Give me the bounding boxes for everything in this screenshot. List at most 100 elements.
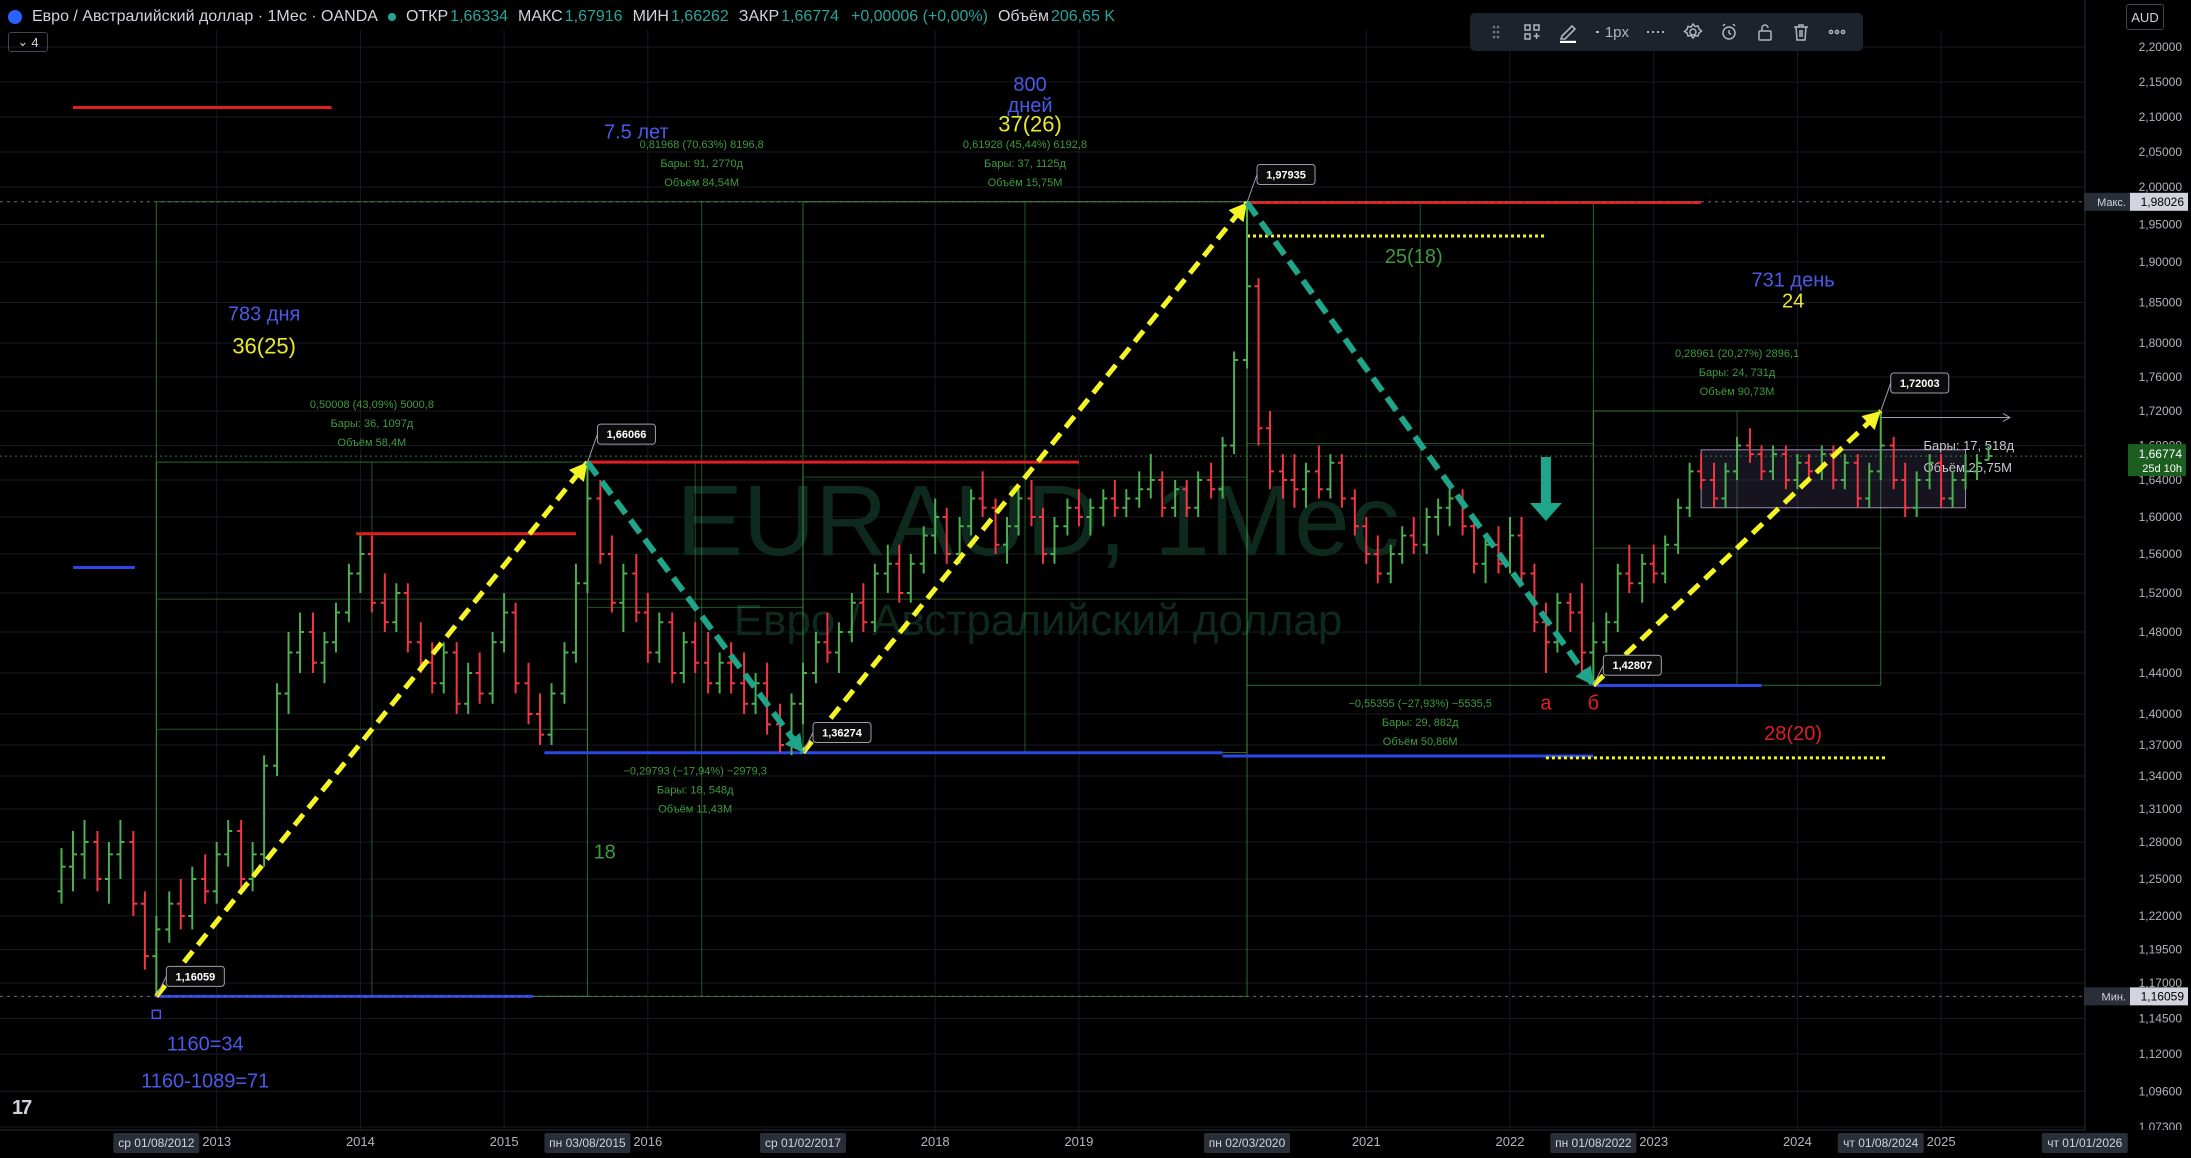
annotation-text: 36(25): [232, 334, 296, 359]
line-color-button[interactable]: [1550, 17, 1586, 47]
range-label: Объём 25,75M: [1924, 460, 2012, 475]
pivot-value: 1,72003: [1900, 378, 1940, 390]
price-tick-label: 1,90000: [2139, 255, 2183, 269]
annotation-text: 37(26): [998, 112, 1062, 137]
trash-icon[interactable]: [1783, 17, 1819, 47]
annotation-text: 28(20): [1764, 723, 1822, 745]
watermark-symbol: EURAUD, 1Мес: [676, 465, 1400, 577]
price-tick-label: 2,10000: [2139, 110, 2183, 124]
line-width-button[interactable]: 1px: [1586, 17, 1639, 47]
measurement-label: Объём 84,54M: [664, 177, 739, 189]
time-tick-label: 2021: [1352, 1134, 1381, 1149]
settings-icon[interactable]: [1675, 17, 1711, 47]
price-tick-label: 2,20000: [2139, 40, 2183, 54]
annotation-text: 783 дня: [228, 304, 300, 326]
price-tick-label: 1,25000: [2139, 872, 2183, 886]
open-label: ОТКР: [405, 8, 449, 25]
range-label: Бары: 17, 518д: [1924, 438, 2015, 453]
extreme-price-value: 1,16059: [2141, 989, 2185, 1003]
measurement-label: Бары: 29, 882д: [1382, 717, 1459, 729]
price-tick-label: 1,12000: [2139, 1047, 2183, 1061]
time-tick-label: 2015: [490, 1134, 519, 1149]
price-tick-label: 1,60000: [2139, 510, 2183, 524]
symbol-header: Евро / Австралийский доллар · 1Мес · OAN…: [8, 6, 1115, 28]
lock-icon[interactable]: [1747, 17, 1783, 47]
price-tick-label: 1,56000: [2139, 547, 2183, 561]
time-tick-label: 2014: [346, 1134, 375, 1149]
low-value: 1,66262: [670, 8, 729, 25]
price-tick-label: 1,22000: [2139, 909, 2183, 923]
drag-handle-icon[interactable]: [1478, 17, 1514, 47]
market-status-icon: [387, 13, 396, 21]
symbol-flag-icon: [8, 10, 22, 24]
price-tick-label: 1,14500: [2139, 1012, 2183, 1026]
open-value: 1,66334: [450, 8, 509, 25]
price-tick-label: 1,34000: [2139, 769, 2183, 783]
measurement-label: Бары: 91, 2770д: [660, 158, 743, 170]
currency-button[interactable]: AUD: [2126, 4, 2164, 30]
change-value: +0,00006 (+0,00%): [850, 8, 988, 25]
price-tick-label: 1,76000: [2139, 370, 2183, 384]
tradingview-logo[interactable]: 17: [12, 1097, 32, 1120]
measurement-label: −0,29793 (−17,94%) −2979,3: [624, 766, 767, 778]
low-label: МИН: [632, 8, 669, 25]
time-tick-label: 2013: [202, 1134, 231, 1149]
annotation-text: 18: [594, 842, 616, 864]
annotation-text: б: [1588, 692, 1599, 714]
annotation-text: 800: [1013, 74, 1046, 96]
template-icon[interactable]: [1514, 17, 1550, 47]
extreme-price-name: Мин.: [2102, 991, 2126, 1003]
measurement-label: Объём 58,4M: [338, 437, 407, 449]
measurement-label: Объём 11,43M: [658, 804, 732, 816]
time-highlight-label: пн 01/08/2022: [1555, 1136, 1632, 1150]
close-value: 1,66774: [781, 8, 839, 25]
indicator-count: 4: [31, 34, 39, 50]
close-label: ЗАКР: [738, 8, 780, 25]
time-tick-label: 2024: [1783, 1134, 1812, 1149]
chevron-down-icon: ⌄: [17, 34, 29, 49]
current-price-value: 1,66774: [2139, 447, 2183, 461]
pivot-value: 1,36274: [822, 728, 863, 740]
line-width-label: 1px: [1604, 23, 1629, 41]
annotation-text: 25(18): [1385, 246, 1443, 268]
measurement-label: 0,61928 (45,44%) 6192,8: [963, 139, 1087, 151]
time-tick-label: 2023: [1639, 1134, 1668, 1149]
high-label: МАКС: [518, 8, 563, 25]
annotation-text: 1160-1089=71: [141, 1070, 269, 1092]
indicators-toggle-button[interactable]: ⌄ 4: [8, 32, 48, 52]
price-tick-label: 1,72000: [2139, 404, 2183, 418]
drawing-toolbar: 1px: [1470, 13, 1863, 51]
measurement-label: 0,50008 (43,09%) 5000,8: [310, 399, 434, 411]
alert-icon[interactable]: [1711, 17, 1747, 47]
extreme-price-value: 1,98026: [2141, 195, 2185, 209]
pivot-value: 1,16059: [175, 971, 215, 983]
line-style-icon[interactable]: [1639, 17, 1675, 47]
time-highlight-label: чт 01/01/2026: [2047, 1136, 2122, 1150]
measurement-label: Бары: 36, 1097д: [331, 418, 414, 430]
annotation-text: 7.5 лет: [604, 121, 669, 143]
measurement-label: Объём 90,73M: [1700, 386, 1775, 398]
price-tick-label: 1,09600: [2139, 1084, 2183, 1098]
measurement-label: −0,55355 (−27,93%) −5535,5: [1348, 698, 1491, 710]
price-chart[interactable]: EURAUD, 1Мес Евро / Австралийский доллар 0…: [0, 0, 2191, 1158]
price-tick-label: 1,19500: [2139, 943, 2183, 957]
pivot-value: 1,66066: [607, 429, 647, 441]
time-highlight-label: пн 03/08/2015: [549, 1136, 626, 1150]
volume-value: 206,65 K: [1050, 8, 1116, 25]
more-icon[interactable]: [1819, 17, 1855, 47]
price-tick-label: 2,05000: [2139, 145, 2183, 159]
pivot-value: 1,42807: [1612, 660, 1652, 672]
price-tick-label: 2,00000: [2139, 180, 2183, 194]
price-tick-label: 2,15000: [2139, 75, 2183, 89]
symbol-title[interactable]: Евро / Австралийский доллар · 1Мес · OAN…: [32, 8, 378, 26]
watermark-name: Евро / Австралийский доллар: [734, 596, 1343, 645]
measurement-label: 0,28961 (20,27%) 2896,1: [1675, 348, 1799, 360]
annotation-text: 731 день: [1751, 270, 1834, 292]
time-axis: 2013 2014 2015 2016 2018 2019 2021 2022 2023 2024…: [0, 1129, 2191, 1158]
time-highlight-label: ср 01/08/2012: [118, 1136, 194, 1150]
price-tick-label: 1,80000: [2139, 336, 2183, 350]
price-tick-label: 1,44000: [2139, 666, 2183, 680]
price-tick-label: 1,48000: [2139, 625, 2183, 639]
high-value: 1,67916: [564, 8, 623, 25]
price-tick-label: 1,31000: [2139, 802, 2183, 816]
